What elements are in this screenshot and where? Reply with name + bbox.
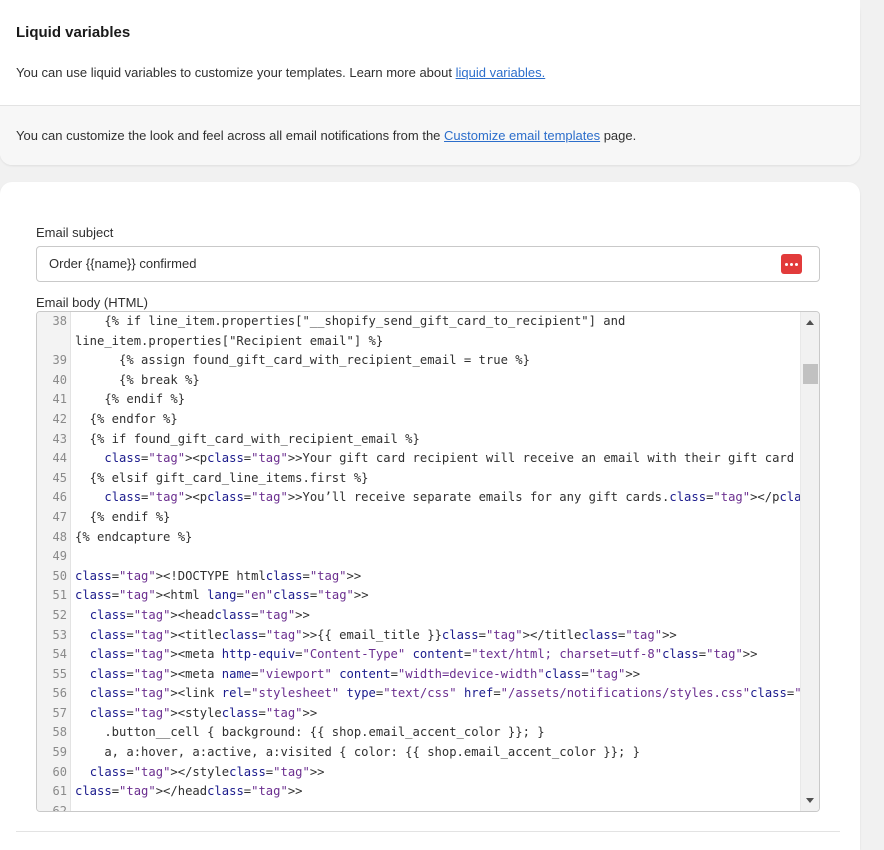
line-number: 51	[52, 588, 67, 603]
card-title: Liquid variables	[16, 24, 131, 41]
line-number: 50	[52, 568, 67, 583]
line-number: 41	[52, 392, 67, 407]
code-text: class="tag"><html lang="en"class="tag">>	[75, 588, 369, 603]
line-number: 40	[52, 372, 67, 387]
line-number: 59	[52, 745, 67, 760]
email-subject-value: Order {{name}} confirmed	[49, 256, 197, 271]
code-line: 39 {% assign found_gift_card_with_recipi…	[37, 351, 801, 371]
code-line: 59 a, a:hover, a:active, a:visited { col…	[37, 743, 801, 763]
code-text: .button__cell { background: {{ shop.emai…	[75, 725, 545, 740]
line-number: 60	[52, 764, 67, 779]
code-lines[interactable]: 38 {% if line_item.properties["__shopify…	[37, 312, 819, 812]
liquid-variables-card: Liquid variables You can use liquid vari…	[0, 0, 860, 165]
code-line: 61 class="tag"></headclass="tag">>	[37, 782, 801, 802]
code-line: 46 class="tag"><pclass="tag">>You’ll rec…	[37, 488, 819, 508]
code-text: {% endcapture %}	[75, 529, 193, 544]
code-line: 40 {% break %}	[37, 371, 801, 391]
scroll-up-icon[interactable]	[806, 320, 814, 325]
code-text: {% break %}	[75, 372, 200, 387]
code-text: class="tag"><pclass="tag">>Your gift car…	[104, 451, 820, 466]
code-line: 43 {% if found_gift_card_with_recipient_…	[37, 430, 801, 450]
code-line: 38 {% if line_item.properties["__shopify…	[37, 312, 801, 332]
code-line: 56 class="tag"><link rel="stylesheet" ty…	[37, 684, 819, 704]
code-text: class="tag"><link rel="stylesheet" type=…	[89, 686, 819, 701]
line-number: 47	[52, 509, 67, 524]
code-line: 42 {% endfor %}	[37, 410, 801, 430]
code-line: 53 class="tag"><titleclass="tag">>{{ ema…	[37, 626, 801, 646]
email-body-code-editor[interactable]: 38 {% if line_item.properties["__shopify…	[36, 311, 820, 812]
line-number: 46	[52, 490, 67, 505]
code-text: class="tag"></styleclass="tag">>	[89, 764, 325, 779]
code-line: 54 class="tag"><meta http-equiv="Content…	[37, 645, 801, 665]
code-text: class="tag"><pclass="tag">>You’ll receiv…	[104, 490, 819, 505]
liquid-variables-section: Liquid variables You can use liquid vari…	[0, 0, 860, 105]
code-line: line_item.properties["Recipient email"] …	[37, 332, 801, 352]
editor-scrollbar[interactable]	[800, 312, 819, 811]
scroll-down-icon[interactable]	[806, 798, 814, 803]
code-text: {% endif %}	[75, 392, 186, 407]
code-line: 50 class="tag"><!DOCTYPE htmlclass="tag">…	[37, 567, 801, 587]
line-number: 62	[52, 803, 67, 812]
line-number: 39	[52, 353, 67, 368]
line-number: 44	[52, 451, 67, 466]
code-text: {% if line_item.properties["__shopify_se…	[75, 314, 626, 328]
code-text: class="tag"><styleclass="tag">>	[89, 705, 318, 720]
code-text: {% if found_gift_card_with_recipient_ema…	[75, 431, 420, 446]
line-number: 43	[52, 431, 67, 446]
code-text: {% elsif gift_card_line_items.first %}	[75, 470, 369, 485]
code-line: 58 .button__cell { background: {{ shop.e…	[37, 723, 801, 743]
line-number: 55	[52, 666, 67, 681]
code-line: 51 class="tag"><html lang="en"class="tag"…	[37, 586, 801, 606]
code-text: class="tag"><titleclass="tag">>{{ email_…	[89, 627, 677, 642]
liquid-description-text: You can use liquid variables to customiz…	[16, 65, 456, 80]
email-subject-label: Email subject	[36, 225, 114, 240]
line-number: 53	[52, 627, 67, 642]
line-number: 61	[52, 784, 67, 799]
code-text: class="tag"><headclass="tag">>	[89, 607, 310, 622]
line-number: 54	[52, 647, 67, 662]
code-line: 55 class="tag"><meta name="viewport" con…	[37, 665, 801, 685]
liquid-description: You can use liquid variables to customiz…	[16, 65, 844, 81]
customize-text-suffix: page.	[600, 128, 637, 143]
code-line: 57 class="tag"><styleclass="tag">>	[37, 704, 801, 724]
code-text: class="tag"><meta http-equiv="Content-Ty…	[89, 647, 758, 662]
divider	[16, 831, 840, 832]
line-number: 38	[52, 314, 67, 328]
email-editor-card: Email subject Order {{name}} confirmed E…	[0, 182, 860, 850]
liquid-variables-link[interactable]: liquid variables.	[456, 65, 546, 80]
scroll-thumb[interactable]	[803, 364, 818, 384]
code-line: 49	[37, 547, 801, 567]
code-line: 48 {% endcapture %}	[37, 528, 801, 548]
line-number: 48	[52, 529, 67, 544]
line-number: 49	[52, 549, 67, 564]
email-body-label: Email body (HTML)	[36, 295, 148, 310]
code-line: 62	[37, 802, 801, 812]
customize-section: You can customize the look and feel acro…	[0, 105, 860, 165]
line-number: 56	[52, 686, 67, 701]
email-subject-input[interactable]: Order {{name}} confirmed	[36, 246, 820, 282]
password-manager-icon[interactable]	[781, 254, 802, 274]
code-text: a, a:hover, a:active, a:visited { color:…	[75, 745, 640, 760]
line-number: 58	[52, 725, 67, 740]
code-text: {% endif %}	[75, 509, 171, 524]
code-text: {% endfor %}	[75, 411, 178, 426]
line-number: 52	[52, 607, 67, 622]
customize-text-prefix: You can customize the look and feel acro…	[16, 128, 445, 143]
code-text: {% assign found_gift_card_with_recipient…	[75, 353, 530, 368]
customize-email-templates-link[interactable]: Customize email templates	[444, 128, 600, 143]
code-line: 47 {% endif %}	[37, 508, 801, 528]
code-text: class="tag"><!DOCTYPE htmlclass="tag">>	[75, 568, 362, 583]
code-line: 41 {% endif %}	[37, 390, 801, 410]
code-text: class="tag"><meta name="viewport" conten…	[89, 666, 641, 681]
code-text: line_item.properties["Recipient email"] …	[75, 333, 384, 348]
code-line: 52 class="tag"><headclass="tag">>	[37, 606, 801, 626]
code-text: class="tag"></headclass="tag">>	[75, 784, 303, 799]
code-line: 45 {% elsif gift_card_line_items.first %…	[37, 469, 801, 489]
line-number: 57	[52, 705, 67, 720]
line-number: 42	[52, 411, 67, 426]
line-number: 45	[52, 470, 67, 485]
code-line: 44 class="tag"><pclass="tag">>Your gift …	[37, 449, 819, 469]
code-line: 60 class="tag"></styleclass="tag">>	[37, 763, 801, 783]
